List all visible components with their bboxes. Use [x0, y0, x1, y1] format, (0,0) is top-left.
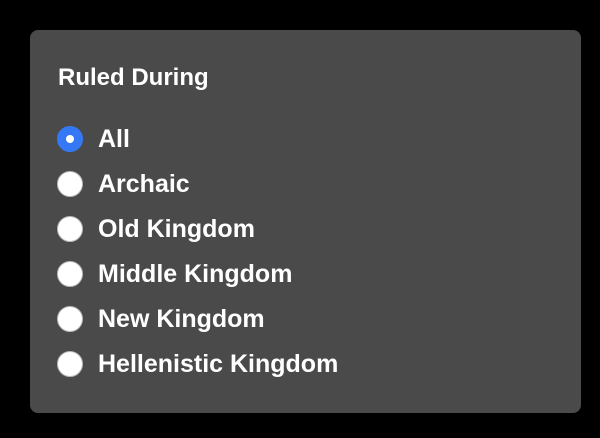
radio-button-all[interactable]: [57, 125, 83, 152]
radio-group-title: Ruled During: [58, 64, 209, 91]
radio-option-all[interactable]: All: [57, 116, 338, 161]
radio-label-archaic[interactable]: Archaic: [98, 169, 190, 199]
radio-option-new-kingdom[interactable]: New Kingdom: [57, 296, 338, 341]
radio-button-archaic[interactable]: [57, 170, 83, 197]
radio-label-hellenistic-kingdom[interactable]: Hellenistic Kingdom: [98, 349, 338, 379]
radio-label-new-kingdom[interactable]: New Kingdom: [98, 304, 265, 334]
radio-button-new-kingdom[interactable]: [57, 305, 83, 332]
radio-option-old-kingdom[interactable]: Old Kingdom: [57, 206, 338, 251]
ruled-during-panel: Ruled During All Archaic Old Kingdom Mid…: [30, 30, 581, 413]
radio-label-middle-kingdom[interactable]: Middle Kingdom: [98, 259, 292, 289]
radio-option-archaic[interactable]: Archaic: [57, 161, 338, 206]
radio-label-old-kingdom[interactable]: Old Kingdom: [98, 214, 255, 244]
radio-option-hellenistic-kingdom[interactable]: Hellenistic Kingdom: [57, 341, 338, 386]
ruled-during-radio-group: All Archaic Old Kingdom Middle Kingdom N…: [57, 116, 338, 386]
radio-label-all[interactable]: All: [98, 124, 130, 154]
radio-button-old-kingdom[interactable]: [57, 215, 83, 242]
radio-button-hellenistic-kingdom[interactable]: [57, 350, 83, 377]
radio-option-middle-kingdom[interactable]: Middle Kingdom: [57, 251, 338, 296]
radio-button-middle-kingdom[interactable]: [57, 260, 83, 287]
